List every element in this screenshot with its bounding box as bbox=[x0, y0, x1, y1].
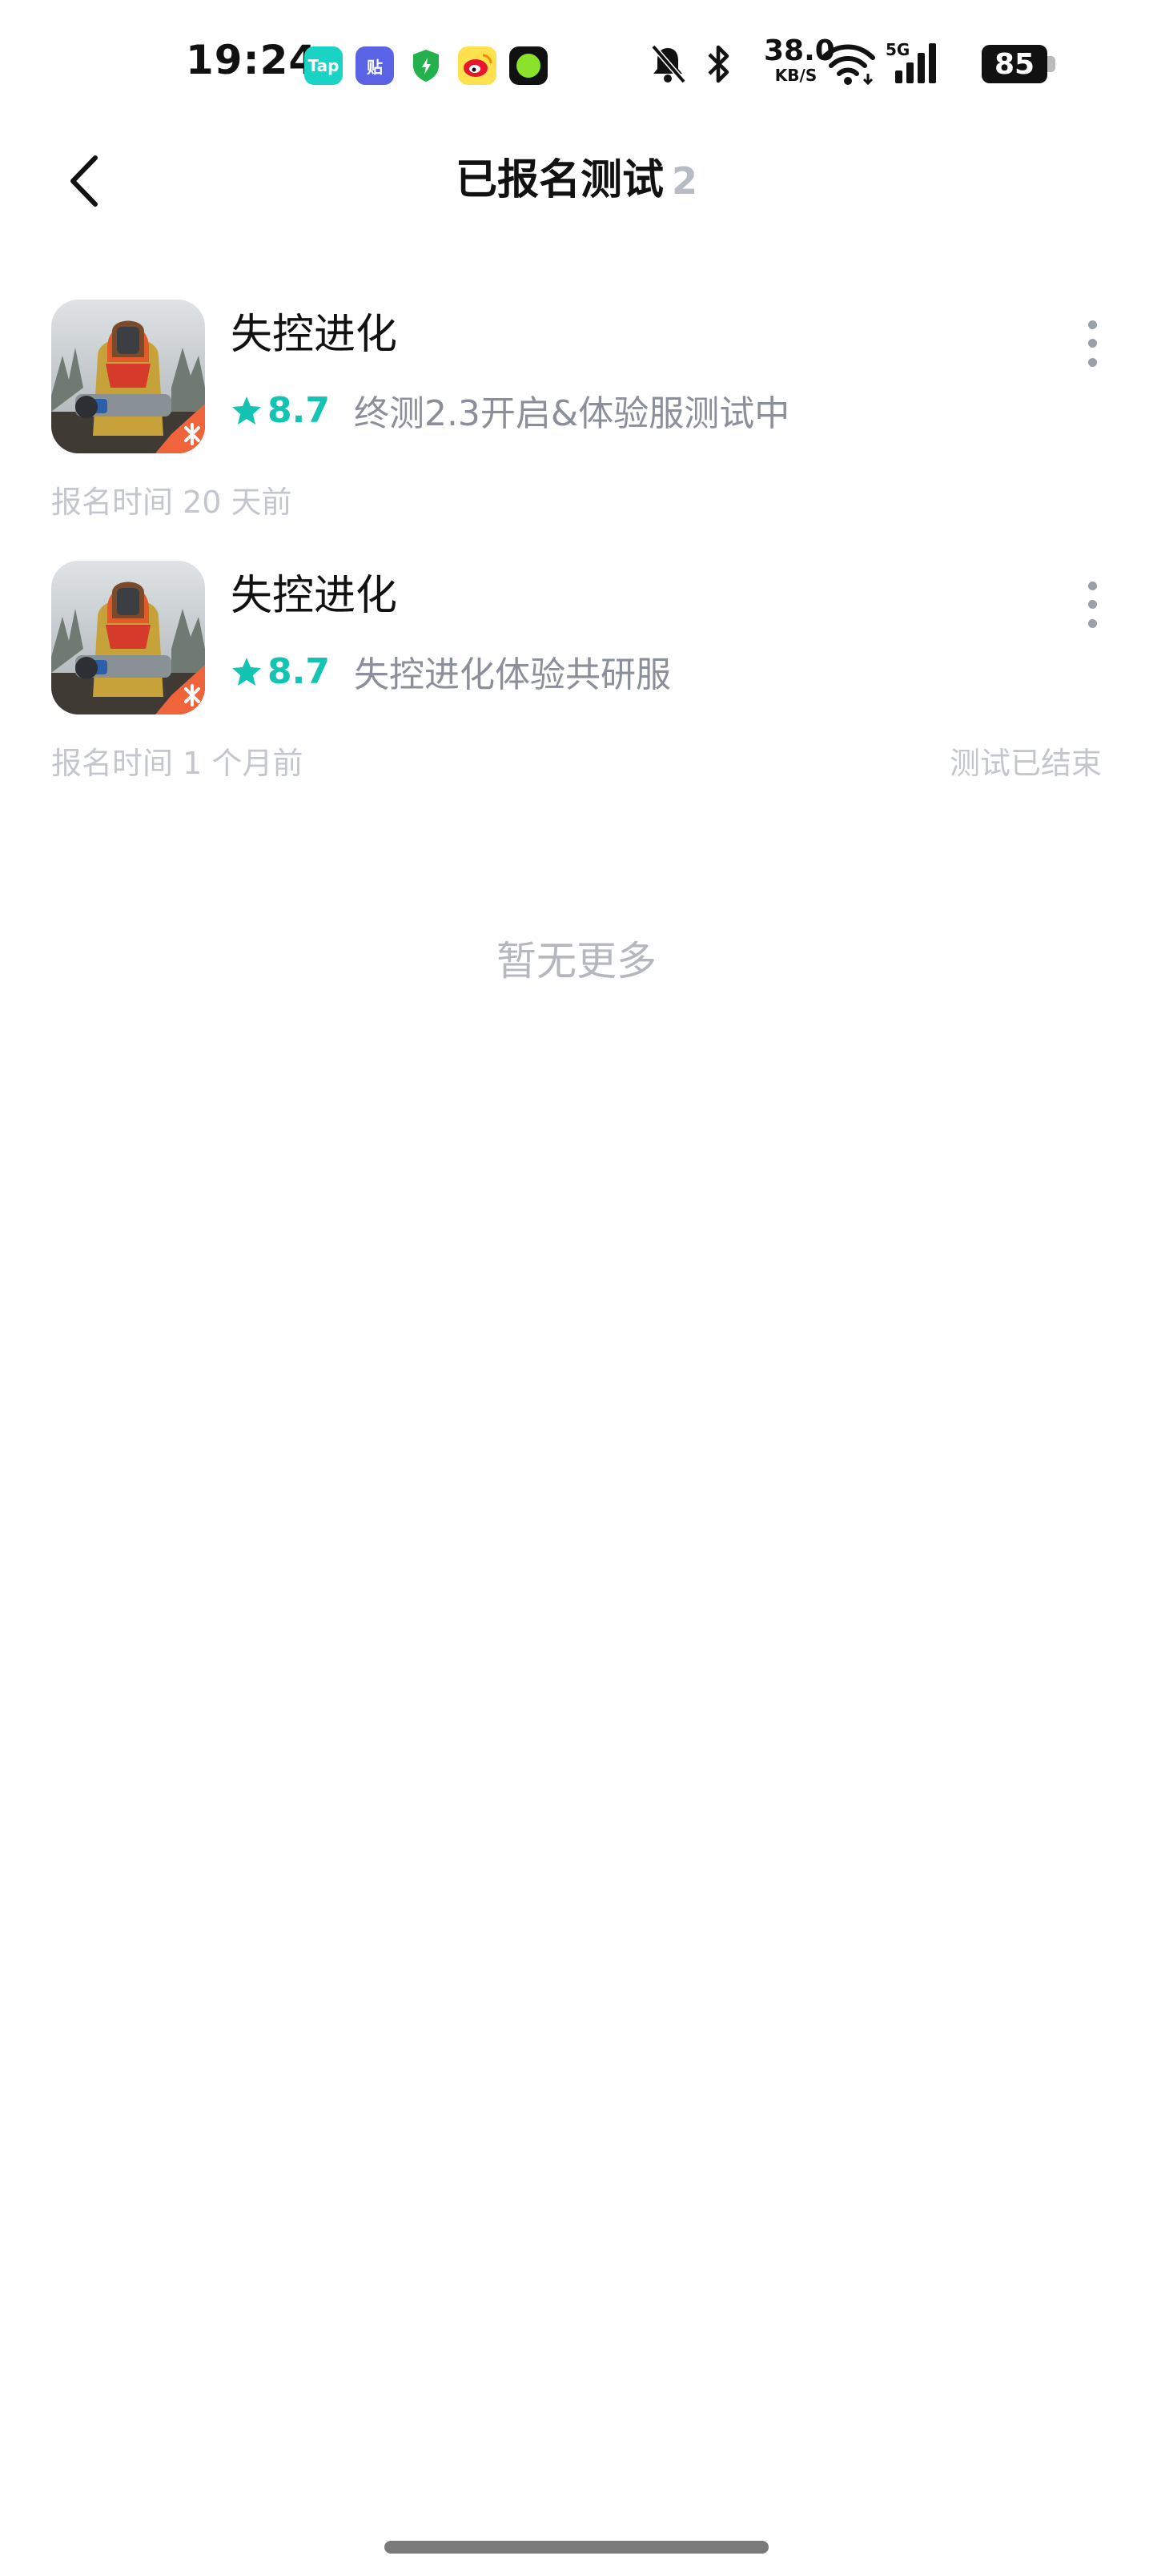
more-options-button[interactable] bbox=[1073, 316, 1111, 372]
wifi-icon bbox=[821, 44, 875, 86]
list-item[interactable]: 失控进化 8.7 终测2.3开启&体验服测试中 报名时间 20 天前 bbox=[0, 300, 1153, 540]
registered-tests-page: 19:24 Tap 贴 38.0 KB/S 5G 85 已报名测试 2 失控进化… bbox=[0, 0, 1153, 2576]
tieba-app-icon-label: 贴 bbox=[367, 57, 383, 77]
shield-app-icon bbox=[407, 46, 445, 85]
test-description: 终测2.3开启&体验服测试中 bbox=[353, 393, 790, 434]
green-dot-app-icon bbox=[509, 46, 548, 85]
battery-indicator: 85 bbox=[982, 45, 1047, 83]
tap-app-icon: Tap bbox=[304, 46, 343, 85]
star-icon bbox=[232, 658, 261, 686]
page-title: 已报名测试 2 bbox=[0, 149, 1153, 212]
more-vertical-icon-dot bbox=[1087, 357, 1097, 367]
page-title-count: 2 bbox=[672, 159, 698, 203]
bluetooth-icon bbox=[708, 45, 729, 83]
game-cover-image[interactable] bbox=[51, 300, 205, 453]
game-cover-image[interactable] bbox=[51, 561, 205, 714]
game-title[interactable]: 失控进化 bbox=[231, 309, 397, 360]
page-title-text: 已报名测试 bbox=[455, 156, 664, 204]
status-bar: 19:24 Tap 贴 38.0 KB/S 5G 85 bbox=[0, 0, 1153, 128]
network-speed: 38.0 KB/S bbox=[764, 34, 835, 85]
game-meta-row: 8.7 失控进化体验共研服 bbox=[231, 647, 671, 695]
top-nav: 已报名测试 2 bbox=[0, 128, 1153, 232]
more-vertical-icon-dot bbox=[1087, 320, 1097, 330]
no-more-text: 暂无更多 bbox=[496, 938, 657, 984]
more-options-button[interactable] bbox=[1073, 577, 1111, 633]
battery-tip bbox=[1047, 56, 1055, 72]
game-rating: 8.7 bbox=[267, 650, 330, 692]
status-time: 19:24 bbox=[186, 37, 318, 83]
test-status: 测试已结束 bbox=[949, 746, 1102, 781]
more-vertical-icon-dot bbox=[1087, 339, 1097, 348]
signal-icon bbox=[895, 43, 936, 83]
network-speed-value: 38.0 bbox=[764, 34, 835, 67]
game-title[interactable]: 失控进化 bbox=[231, 570, 397, 622]
home-indicator[interactable] bbox=[384, 2541, 769, 2554]
network-speed-unit: KB/S bbox=[774, 66, 818, 85]
signup-time: 报名时间 20 天前 bbox=[51, 485, 292, 520]
test-description: 失控进化体验共研服 bbox=[353, 654, 671, 695]
signup-time: 报名时间 1 个月前 bbox=[51, 746, 303, 781]
more-vertical-icon-dot bbox=[1087, 600, 1097, 610]
more-vertical-icon-dot bbox=[1087, 582, 1097, 591]
more-vertical-icon-dot bbox=[1087, 618, 1097, 628]
tieba-app-icon: 贴 bbox=[356, 46, 394, 85]
weibo-app-icon bbox=[458, 46, 496, 85]
list-item[interactable]: 失控进化 8.7 失控进化体验共研服 报名时间 1 个月前 测试已结束 bbox=[0, 561, 1153, 801]
bell-muted-icon bbox=[651, 44, 686, 84]
star-icon bbox=[232, 396, 261, 425]
battery-level: 85 bbox=[994, 47, 1035, 81]
game-rating: 8.7 bbox=[267, 389, 330, 431]
game-meta-row: 8.7 终测2.3开启&体验服测试中 bbox=[231, 386, 789, 434]
tap-app-icon-label: Tap bbox=[307, 56, 339, 75]
